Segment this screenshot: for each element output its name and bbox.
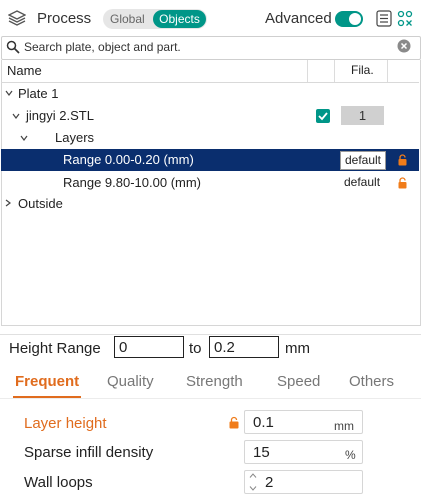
tree-item-layers[interactable]: Layers [55,130,94,145]
list-icon[interactable] [376,10,392,27]
height-range-label: Height Range [9,340,101,357]
tab-bar-line [0,398,421,399]
layers-icon [8,10,26,26]
height-range-to-label: to [189,340,202,357]
tree-item-plate[interactable]: Plate 1 [18,86,58,101]
global-tab[interactable]: Global [110,12,145,26]
tree-item-range[interactable]: Range 0.00-0.20 (mm) [63,152,194,167]
range-default-badge[interactable]: default [340,151,386,170]
object-visible-checkbox[interactable] [316,109,330,123]
filament-number[interactable]: 1 [341,106,384,125]
object-tree [1,60,421,326]
column-divider [387,60,388,82]
grid-settings-icon[interactable] [397,10,413,27]
advanced-label: Advanced [265,10,332,27]
header-divider [1,82,419,83]
height-range-from-input[interactable] [114,336,184,358]
range-default-badge[interactable]: default [344,174,380,191]
sparse-infill-density-label: Sparse infill density [24,444,154,461]
layer-height-value[interactable]: 0.1 [253,414,274,431]
wall-loops-spinner[interactable] [244,470,363,494]
lock-icon[interactable] [397,154,408,166]
layer-height-label: Layer height [24,415,107,432]
wall-loops-value[interactable]: 2 [265,474,273,491]
chevron-down-icon[interactable] [20,134,28,142]
tab-frequent[interactable]: Frequent [15,373,79,390]
column-divider [307,60,308,82]
tree-item-range[interactable]: Range 9.80-10.00 (mm) [63,175,201,190]
toggle-knob [349,13,361,25]
lock-icon[interactable] [397,177,408,189]
lock-icon[interactable] [228,416,240,429]
tree-item-outside[interactable]: Outside [18,196,63,211]
objects-tab[interactable]: Objects [153,10,206,28]
section-divider [0,334,421,335]
spin-down-icon[interactable] [249,486,257,491]
search-icon [6,40,20,54]
tab-others[interactable]: Others [349,373,394,390]
name-column-header[interactable]: Name [7,63,42,78]
layer-height-unit: mm [334,419,354,433]
fila-column-header[interactable]: Fila. [351,63,374,77]
sparse-infill-density-value[interactable]: 15 [253,444,270,461]
chevron-down-icon[interactable] [12,112,20,120]
clear-search-icon[interactable] [397,39,411,53]
tree-item-object[interactable]: jingyi 2.STL [26,108,94,123]
height-range-to-input[interactable] [209,336,279,358]
process-title: Process [37,10,92,27]
chevron-right-icon[interactable] [4,199,12,207]
column-divider [334,60,335,82]
tab-speed[interactable]: Speed [277,373,320,390]
search-input[interactable] [24,38,384,56]
tab-strength[interactable]: Strength [186,373,243,390]
active-tab-underline [13,396,81,398]
sparse-infill-density-unit: % [345,448,356,462]
spin-up-icon[interactable] [249,473,257,478]
wall-loops-label: Wall loops [24,474,93,491]
chevron-down-icon[interactable] [5,89,13,97]
height-range-unit: mm [285,340,310,357]
check-icon [318,112,328,121]
tab-quality[interactable]: Quality [107,373,154,390]
